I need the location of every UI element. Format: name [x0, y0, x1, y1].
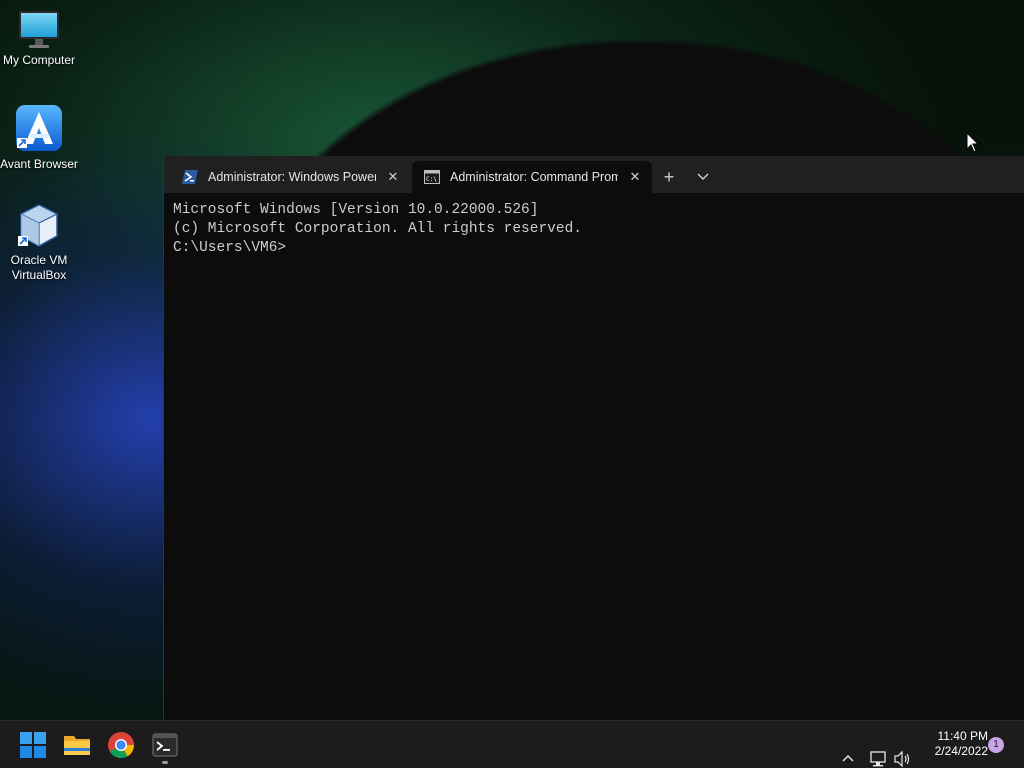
svg-text:C:\: C:\ [426, 176, 437, 183]
avant-browser-icon [16, 105, 62, 151]
tab-title: Administrator: Command Prompt [450, 170, 618, 184]
terminal-icon[interactable] [151, 731, 179, 759]
cmd-icon: C:\ [424, 170, 440, 184]
desktop-icon-my-computer[interactable]: My Computer [0, 8, 78, 68]
tab-powershell[interactable]: Administrator: Windows PowerShell ✕ [164, 161, 410, 193]
chevron-down-icon[interactable] [689, 164, 717, 199]
console-output[interactable]: Microsoft Windows [Version 10.0.22000.52… [164, 193, 1024, 266]
clock-time: 11:40 PM [937, 729, 988, 743]
virtualbox-icon [18, 204, 59, 247]
chrome-icon[interactable] [107, 731, 135, 759]
new-tab-button[interactable]: + [655, 164, 683, 190]
chevron-up-icon[interactable] [840, 734, 856, 768]
tab-command-prompt[interactable]: C:\ Administrator: Command Prompt ✕ [412, 161, 652, 193]
windows-start-icon[interactable] [19, 731, 47, 759]
tab-bar: Administrator: Windows PowerShell ✕ C:\ … [164, 156, 1024, 193]
close-icon[interactable]: ✕ [386, 169, 400, 185]
monitor-icon [19, 11, 59, 48]
desktop-icon-label: Oracle VM VirtualBox [10, 253, 68, 282]
desktop-icon-virtualbox[interactable]: Oracle VM VirtualBox [0, 202, 78, 283]
console-prompt: C:\Users\VM6> [173, 240, 287, 256]
desktop-icon-avant-browser[interactable]: Avant Browser [0, 104, 78, 172]
terminal-window: Administrator: Windows PowerShell ✕ C:\ … [163, 156, 1024, 719]
clock[interactable]: 11:40 PM 2/24/2022 [916, 729, 988, 759]
folder-icon[interactable] [63, 731, 91, 759]
console-line: Microsoft Windows [Version 10.0.22000.52… [173, 202, 539, 218]
tab-title: Administrator: Windows PowerShell [208, 170, 376, 184]
desktop-icon-label: My Computer [2, 53, 76, 67]
volume-icon[interactable] [893, 735, 913, 768]
powershell-icon [182, 170, 198, 184]
mouse-cursor-icon [966, 132, 980, 153]
taskbar: 11:40 PM 2/24/2022 1 [0, 720, 1024, 768]
desktop-icon-label: Avant Browser [0, 157, 78, 171]
close-icon[interactable]: ✕ [628, 169, 642, 185]
running-indicator [162, 761, 168, 764]
notification-badge[interactable]: 1 [988, 737, 1004, 753]
console-line: (c) Microsoft Corporation. All rights re… [173, 221, 582, 237]
clock-date: 2/24/2022 [934, 744, 988, 758]
network-icon[interactable] [868, 735, 888, 768]
